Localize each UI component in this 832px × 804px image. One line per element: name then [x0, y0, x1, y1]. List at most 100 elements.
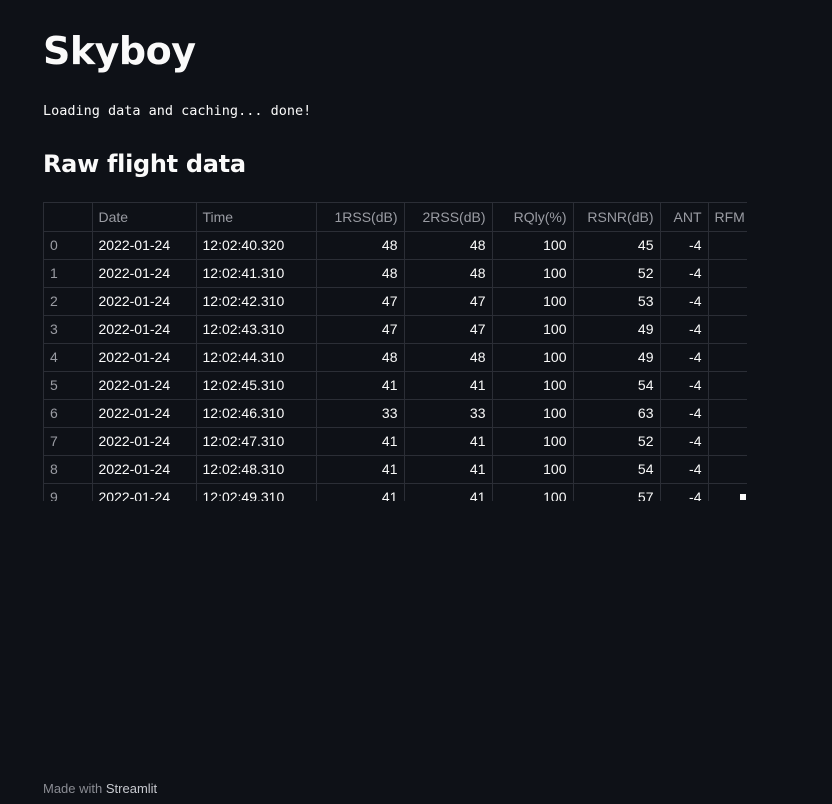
rss2-cell[interactable]: 41: [404, 455, 493, 484]
date-cell[interactable]: 2022-01-24: [92, 427, 197, 456]
rss1-cell[interactable]: 47: [316, 287, 405, 316]
ant-cell[interactable]: -4: [660, 343, 709, 372]
rss2-cell[interactable]: 33: [404, 399, 493, 428]
time-cell[interactable]: 12:02:44.310: [196, 343, 317, 372]
rss2-cell[interactable]: 48: [404, 259, 493, 288]
column-header-1rss[interactable]: 1RSS(dB): [316, 203, 405, 232]
rqly-cell[interactable]: 100: [492, 287, 574, 316]
rfm-cell[interactable]: [708, 455, 747, 484]
ant-cell[interactable]: -4: [660, 287, 709, 316]
rsnr-cell[interactable]: 57: [573, 483, 661, 501]
time-cell[interactable]: 12:02:45.310: [196, 371, 317, 400]
rss1-cell[interactable]: 47: [316, 315, 405, 344]
rss2-cell[interactable]: 47: [404, 315, 493, 344]
time-cell[interactable]: 12:02:41.310: [196, 259, 317, 288]
date-cell[interactable]: 2022-01-24: [92, 259, 197, 288]
rqly-cell[interactable]: 100: [492, 371, 574, 400]
rss2-cell[interactable]: 48: [404, 343, 493, 372]
rss1-cell[interactable]: 41: [316, 455, 405, 484]
rsnr-cell[interactable]: 45: [573, 231, 661, 260]
rqly-cell[interactable]: 100: [492, 231, 574, 260]
ant-cell[interactable]: -4: [660, 259, 709, 288]
date-cell[interactable]: 2022-01-24: [92, 343, 197, 372]
time-cell[interactable]: 12:02:40.320: [196, 231, 317, 260]
ant-cell[interactable]: -4: [660, 455, 709, 484]
rsnr-cell[interactable]: 49: [573, 315, 661, 344]
rss1-cell[interactable]: 41: [316, 483, 405, 501]
row-index[interactable]: 3: [44, 315, 93, 344]
rfm-cell[interactable]: [708, 315, 747, 344]
row-index[interactable]: 6: [44, 399, 93, 428]
rss1-cell[interactable]: 48: [316, 259, 405, 288]
rsnr-cell[interactable]: 54: [573, 455, 661, 484]
rfm-cell[interactable]: [708, 287, 747, 316]
rss1-cell[interactable]: 41: [316, 371, 405, 400]
rss1-cell[interactable]: 48: [316, 343, 405, 372]
rss1-cell[interactable]: 33: [316, 399, 405, 428]
column-header-date[interactable]: Date: [92, 203, 197, 232]
time-cell[interactable]: 12:02:46.310: [196, 399, 317, 428]
ant-cell[interactable]: -4: [660, 231, 709, 260]
rss2-cell[interactable]: 41: [404, 427, 493, 456]
rss2-cell[interactable]: 47: [404, 287, 493, 316]
streamlit-link[interactable]: Streamlit: [106, 781, 157, 796]
rss2-cell[interactable]: 41: [404, 483, 493, 501]
time-cell[interactable]: 12:02:42.310: [196, 287, 317, 316]
rqly-cell[interactable]: 100: [492, 483, 574, 501]
rqly-cell[interactable]: 100: [492, 455, 574, 484]
time-cell[interactable]: 12:02:49.310: [196, 483, 317, 501]
column-header-time[interactable]: Time: [196, 203, 317, 232]
row-index[interactable]: 4: [44, 343, 93, 372]
rfm-cell[interactable]: [708, 259, 747, 288]
rfm-cell[interactable]: [708, 343, 747, 372]
rfm-cell[interactable]: [708, 427, 747, 456]
rsnr-cell[interactable]: 49: [573, 343, 661, 372]
rqly-cell[interactable]: 100: [492, 399, 574, 428]
date-cell[interactable]: 2022-01-24: [92, 483, 197, 501]
row-index[interactable]: 9: [44, 483, 93, 501]
rss1-cell[interactable]: 41: [316, 427, 405, 456]
column-header-rfm[interactable]: RFM: [708, 203, 747, 232]
date-cell[interactable]: 2022-01-24: [92, 455, 197, 484]
rsnr-cell[interactable]: 52: [573, 427, 661, 456]
rfm-cell[interactable]: [708, 399, 747, 428]
ant-cell[interactable]: -4: [660, 483, 709, 501]
ant-cell[interactable]: -4: [660, 427, 709, 456]
rsnr-cell[interactable]: 52: [573, 259, 661, 288]
rqly-cell[interactable]: 100: [492, 343, 574, 372]
date-cell[interactable]: 2022-01-24: [92, 371, 197, 400]
rqly-cell[interactable]: 100: [492, 427, 574, 456]
time-cell[interactable]: 12:02:47.310: [196, 427, 317, 456]
ant-cell[interactable]: -4: [660, 371, 709, 400]
ant-cell[interactable]: -4: [660, 315, 709, 344]
rss2-cell[interactable]: 48: [404, 231, 493, 260]
rfm-cell[interactable]: [708, 231, 747, 260]
row-index[interactable]: 7: [44, 427, 93, 456]
date-cell[interactable]: 2022-01-24: [92, 315, 197, 344]
time-cell[interactable]: 12:02:48.310: [196, 455, 317, 484]
row-index[interactable]: 0: [44, 231, 93, 260]
time-cell[interactable]: 12:02:43.310: [196, 315, 317, 344]
column-header-2rss[interactable]: 2RSS(dB): [404, 203, 493, 232]
rss2-cell[interactable]: 41: [404, 371, 493, 400]
date-cell[interactable]: 2022-01-24: [92, 231, 197, 260]
rsnr-cell[interactable]: 63: [573, 399, 661, 428]
date-cell[interactable]: 2022-01-24: [92, 399, 197, 428]
row-index[interactable]: 8: [44, 455, 93, 484]
table-resize-handle[interactable]: [740, 494, 746, 500]
column-header-ant[interactable]: ANT: [660, 203, 709, 232]
rsnr-cell[interactable]: 54: [573, 371, 661, 400]
column-header-rqly[interactable]: RQly(%): [492, 203, 574, 232]
rfm-cell[interactable]: [708, 371, 747, 400]
rsnr-cell[interactable]: 53: [573, 287, 661, 316]
ant-cell[interactable]: -4: [660, 399, 709, 428]
date-cell[interactable]: 2022-01-24: [92, 287, 197, 316]
rss1-cell[interactable]: 48: [316, 231, 405, 260]
column-header-index[interactable]: [44, 203, 93, 232]
row-index[interactable]: 5: [44, 371, 93, 400]
row-index[interactable]: 2: [44, 287, 93, 316]
rqly-cell[interactable]: 100: [492, 259, 574, 288]
rqly-cell[interactable]: 100: [492, 315, 574, 344]
data-table[interactable]: Date Time 1RSS(dB) 2RSS(dB) RQly(%) RSNR…: [43, 202, 747, 501]
column-header-rsnr[interactable]: RSNR(dB): [573, 203, 661, 232]
